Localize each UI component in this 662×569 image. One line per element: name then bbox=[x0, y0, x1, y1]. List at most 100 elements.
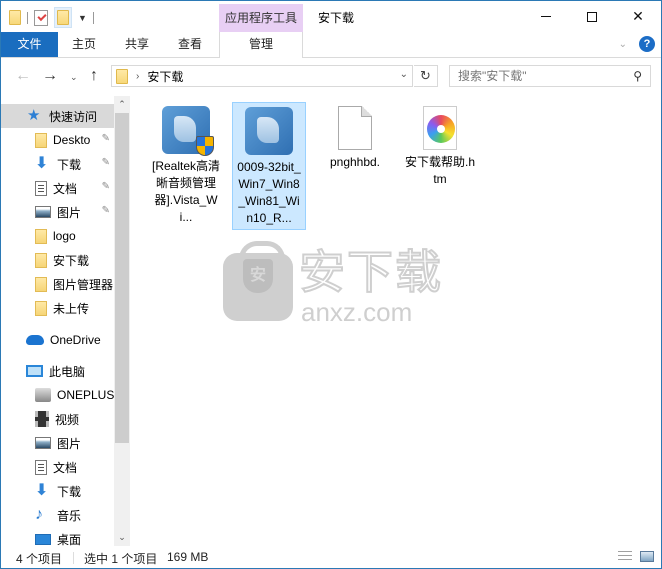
status-bar: 4 个项目 选中 1 个项目 169 MB bbox=[1, 546, 661, 568]
address-bar[interactable]: › 安下载 ⌄ bbox=[111, 65, 413, 87]
breadcrumb-chevron-icon[interactable]: › bbox=[136, 71, 139, 82]
sidebar-item-label: 视频 bbox=[55, 412, 80, 427]
address-history-dropdown-icon[interactable]: ⌄ bbox=[400, 69, 408, 80]
desktop-icon bbox=[35, 533, 51, 545]
file-name: 安下载帮助.htm bbox=[405, 155, 476, 186]
cloud-icon bbox=[26, 335, 44, 345]
tab-file[interactable]: 文件 bbox=[1, 32, 58, 57]
sidebar-item-downloads[interactable]: ⬇ 下载 bbox=[1, 479, 114, 503]
sidebar-item-logo[interactable]: logo bbox=[1, 224, 114, 248]
sidebar-item-downloads-pinned[interactable]: ⬇ 下载 ✎ bbox=[1, 152, 114, 176]
selected-size: 169 MB bbox=[167, 550, 209, 564]
tab-share[interactable]: 共享 bbox=[110, 32, 164, 57]
pin-icon: ✎ bbox=[101, 205, 110, 216]
file-item[interactable]: pnghhbd. bbox=[318, 102, 392, 173]
download-icon: ⬇ bbox=[35, 155, 49, 172]
uac-shield-icon bbox=[196, 136, 214, 156]
sidebar-item-label: 快速访问 bbox=[49, 109, 98, 124]
search-input[interactable]: 搜索"安下载" ⚲ bbox=[449, 65, 651, 87]
sidebar-item-pictures[interactable]: 图片 bbox=[1, 431, 114, 455]
htm-file-icon bbox=[423, 106, 457, 150]
watermark: 安 安下载 anxz.com bbox=[223, 241, 453, 331]
refresh-button[interactable]: ↻ bbox=[414, 65, 438, 87]
large-icons-view-icon[interactable] bbox=[640, 551, 654, 562]
sidebar-item-label: 桌面 bbox=[57, 532, 82, 547]
blank-file-icon bbox=[338, 106, 372, 150]
sidebar-item-not-uploaded[interactable]: 未上传 bbox=[1, 296, 114, 320]
window-title: 安下载 bbox=[318, 11, 355, 25]
navigation-bar: ← → ⌄ ↑ › 安下载 ⌄ ↻ 搜索"安下载" ⚲ bbox=[1, 59, 661, 95]
sidebar-item-documents[interactable]: 文档 bbox=[1, 455, 114, 479]
breadcrumb-item[interactable]: 安下载 bbox=[147, 68, 183, 85]
maximize-button[interactable] bbox=[569, 1, 615, 32]
quick-access-toolbar: ▼ bbox=[9, 7, 94, 28]
sidebar-item-image-manager[interactable]: 图片管理器 bbox=[1, 272, 114, 296]
folder-icon bbox=[116, 68, 128, 84]
minimize-button[interactable] bbox=[523, 1, 569, 32]
forward-button[interactable]: → bbox=[42, 67, 58, 85]
document-icon bbox=[35, 180, 47, 196]
details-view-icon[interactable] bbox=[618, 551, 632, 563]
recent-locations-dropdown[interactable]: ⌄ bbox=[70, 72, 78, 83]
new-folder-button[interactable] bbox=[54, 7, 72, 28]
navigation-pane: ★ 快速访问 Deskto ✎ ⬇ 下载 ✎ 文档 ✎ 图片 ✎ logo 安下… bbox=[1, 96, 131, 546]
properties-icon[interactable] bbox=[34, 9, 48, 26]
watermark-text-en: anxz.com bbox=[301, 297, 413, 327]
sidebar-item-music[interactable]: ♪ 音乐 bbox=[1, 503, 114, 527]
status-separator bbox=[73, 552, 74, 564]
customize-toolbar-dropdown-icon[interactable]: ▼ bbox=[78, 13, 87, 23]
sidebar-item-anxz[interactable]: 安下载 bbox=[1, 248, 114, 272]
sidebar-item-label: 音乐 bbox=[57, 508, 82, 523]
sidebar-item-label: 图片 bbox=[57, 205, 82, 220]
tab-home[interactable]: 主页 bbox=[58, 32, 110, 57]
sidebar-item-onedrive[interactable]: OneDrive bbox=[1, 328, 114, 352]
sidebar-item-desktop-pinned[interactable]: Deskto ✎ bbox=[1, 128, 114, 152]
video-icon bbox=[35, 411, 49, 427]
new-folder-icon bbox=[57, 10, 69, 25]
up-button[interactable]: ↑ bbox=[90, 67, 98, 85]
search-icon[interactable]: ⚲ bbox=[633, 66, 642, 86]
sidebar-item-desktop[interactable]: 桌面 bbox=[1, 527, 114, 546]
sidebar-item-oneplus[interactable]: ONEPLUS bbox=[1, 383, 114, 407]
tab-manage[interactable]: 管理 bbox=[219, 32, 303, 58]
scroll-down-arrow-icon[interactable]: ⌄ bbox=[114, 529, 130, 546]
scrollbar-thumb[interactable] bbox=[115, 113, 129, 443]
file-item[interactable]: [Realtek高清晰音频管理器].Vista_Wi... bbox=[149, 102, 223, 228]
file-item[interactable]: 安下载帮助.htm bbox=[403, 102, 477, 190]
sidebar-scrollbar[interactable]: ⌃ ⌄ bbox=[114, 96, 130, 546]
sidebar-item-label: OneDrive bbox=[50, 333, 101, 347]
music-icon: ♪ bbox=[35, 506, 43, 523]
pin-icon: ✎ bbox=[101, 181, 110, 192]
folder-icon bbox=[35, 276, 47, 292]
document-icon bbox=[35, 459, 47, 475]
close-button[interactable]: ✕ bbox=[615, 1, 661, 32]
folder-icon bbox=[35, 300, 47, 316]
explorer-window: ▼ 应用程序工具 安下载 ✕ 文件 主页 共享 查看 管理 ⌄ ? ← → ⌄ … bbox=[0, 0, 662, 569]
sidebar-item-label: 下载 bbox=[57, 157, 82, 172]
file-list-pane[interactable]: 安 安下载 anxz.com [Realtek高清晰音频管理器].Vista_W… bbox=[131, 96, 661, 546]
tab-view[interactable]: 查看 bbox=[164, 32, 216, 57]
search-placeholder: 搜索"安下载" bbox=[458, 69, 527, 83]
sidebar-item-quick-access[interactable]: ★ 快速访问 bbox=[1, 104, 114, 128]
sidebar-item-label: 未上传 bbox=[53, 301, 90, 316]
sidebar-item-pictures-pinned[interactable]: 图片 ✎ bbox=[1, 200, 114, 224]
item-count: 4 个项目 bbox=[16, 552, 63, 566]
contextual-tab-group: 应用程序工具 bbox=[219, 4, 303, 32]
watermark-shield-icon: 安 bbox=[243, 259, 273, 293]
sidebar-item-this-pc[interactable]: 此电脑 bbox=[1, 359, 114, 383]
star-icon: ★ bbox=[27, 107, 41, 124]
sidebar-item-documents-pinned[interactable]: 文档 ✎ bbox=[1, 176, 114, 200]
expand-ribbon-chevron-icon[interactable]: ⌄ bbox=[619, 39, 627, 50]
ribbon-right-controls: ⌄ ? bbox=[619, 36, 655, 52]
watermark-text-cn: 安下载 bbox=[298, 245, 443, 299]
back-button[interactable]: ← bbox=[15, 67, 31, 85]
toolbar-separator bbox=[92, 11, 94, 24]
scroll-up-arrow-icon[interactable]: ⌃ bbox=[114, 96, 130, 113]
folder-icon bbox=[35, 228, 47, 244]
help-icon[interactable]: ? bbox=[639, 36, 655, 52]
sidebar-item-videos[interactable]: 视频 bbox=[1, 407, 114, 431]
watermark-bag-icon bbox=[223, 241, 293, 321]
file-name: [Realtek高清晰音频管理器].Vista_Wi... bbox=[151, 159, 221, 224]
file-item-selected[interactable]: 0009-32bit_Win7_Win8_Win81_Win10_R... bbox=[232, 102, 306, 230]
sidebar-item-label: 文档 bbox=[53, 181, 78, 196]
